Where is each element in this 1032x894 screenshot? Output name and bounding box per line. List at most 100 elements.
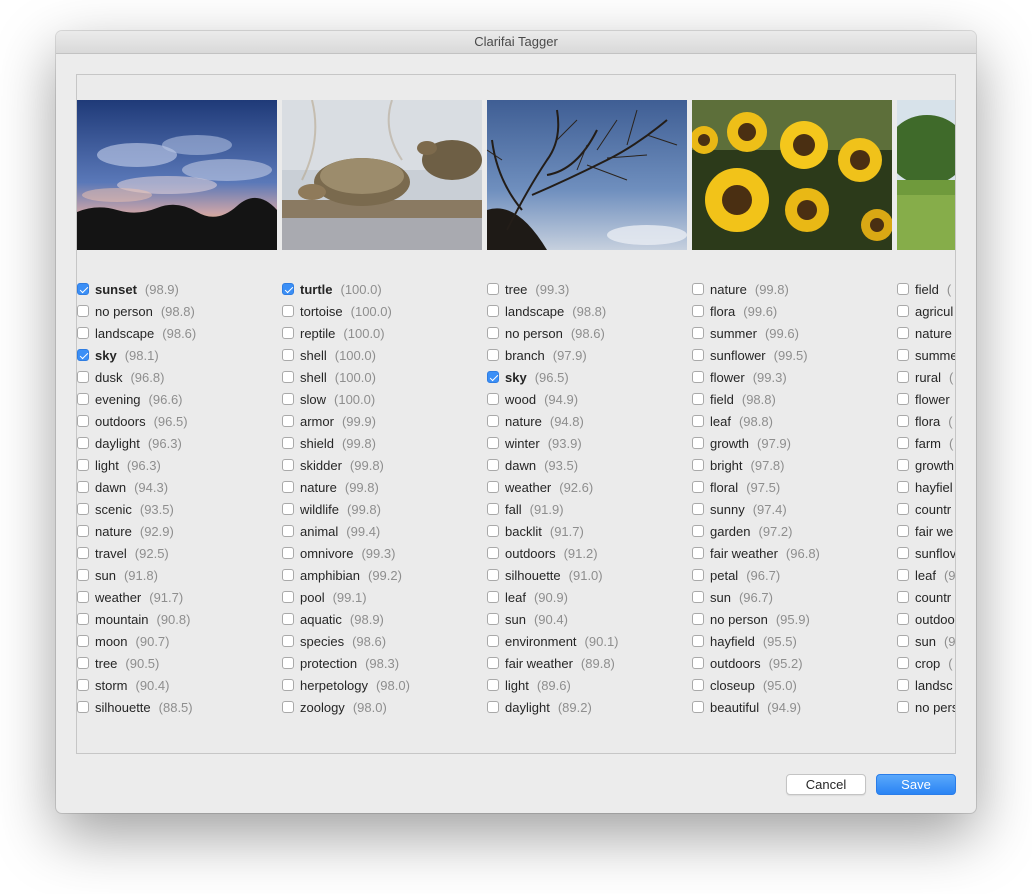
tag-checkbox[interactable]	[282, 283, 294, 295]
tag-checkbox[interactable]	[77, 591, 89, 603]
tag-checkbox[interactable]	[897, 591, 909, 603]
tag-checkbox[interactable]	[897, 349, 909, 361]
tag-item[interactable]: wildlife (99.8)	[282, 498, 487, 520]
tag-checkbox[interactable]	[487, 371, 499, 383]
tag-item[interactable]: farm (	[897, 432, 955, 454]
tag-item[interactable]: daylight (89.2)	[487, 696, 692, 718]
tag-item[interactable]: species (98.6)	[282, 630, 487, 652]
tag-checkbox[interactable]	[487, 305, 499, 317]
tag-checkbox[interactable]	[897, 525, 909, 537]
tag-item[interactable]: petal (96.7)	[692, 564, 897, 586]
tag-checkbox[interactable]	[487, 503, 499, 515]
tag-item[interactable]: sky (96.5)	[487, 366, 692, 388]
tag-checkbox[interactable]	[897, 305, 909, 317]
tag-item[interactable]: winter (93.9)	[487, 432, 692, 454]
tag-item[interactable]: scenic (93.5)	[77, 498, 282, 520]
tag-item[interactable]: field (98.8)	[692, 388, 897, 410]
tag-checkbox[interactable]	[897, 701, 909, 713]
tag-checkbox[interactable]	[77, 437, 89, 449]
tag-item[interactable]: sun (9	[897, 630, 955, 652]
tag-item[interactable]: slow (100.0)	[282, 388, 487, 410]
tag-checkbox[interactable]	[282, 503, 294, 515]
tag-checkbox[interactable]	[692, 393, 704, 405]
tag-item[interactable]: flora (	[897, 410, 955, 432]
tag-item[interactable]: sun (90.4)	[487, 608, 692, 630]
tag-checkbox[interactable]	[282, 525, 294, 537]
tag-checkbox[interactable]	[897, 371, 909, 383]
tag-checkbox[interactable]	[897, 657, 909, 669]
tag-checkbox[interactable]	[692, 613, 704, 625]
tag-checkbox[interactable]	[487, 393, 499, 405]
tag-checkbox[interactable]	[77, 547, 89, 559]
tag-checkbox[interactable]	[487, 701, 499, 713]
tag-item[interactable]: nature (99.8)	[282, 476, 487, 498]
tag-checkbox[interactable]	[487, 679, 499, 691]
tag-item[interactable]: leaf (98.8)	[692, 410, 897, 432]
tag-checkbox[interactable]	[692, 679, 704, 691]
tag-checkbox[interactable]	[282, 635, 294, 647]
tag-item[interactable]: dawn (93.5)	[487, 454, 692, 476]
tag-checkbox[interactable]	[487, 569, 499, 581]
tag-item[interactable]: sunny (97.4)	[692, 498, 897, 520]
tag-item[interactable]: moon (90.7)	[77, 630, 282, 652]
tag-item[interactable]: sun (91.8)	[77, 564, 282, 586]
tag-checkbox[interactable]	[692, 415, 704, 427]
tag-checkbox[interactable]	[897, 679, 909, 691]
tag-checkbox[interactable]	[282, 459, 294, 471]
tag-item[interactable]: branch (97.9)	[487, 344, 692, 366]
tag-item[interactable]: landsc	[897, 674, 955, 696]
tag-checkbox[interactable]	[897, 503, 909, 515]
tag-checkbox[interactable]	[77, 679, 89, 691]
tag-item[interactable]: weather (92.6)	[487, 476, 692, 498]
tag-checkbox[interactable]	[897, 437, 909, 449]
tag-item[interactable]: silhouette (88.5)	[77, 696, 282, 718]
tag-item[interactable]: floral (97.5)	[692, 476, 897, 498]
tag-item[interactable]: sun (96.7)	[692, 586, 897, 608]
tag-item[interactable]: crop (	[897, 652, 955, 674]
tag-item[interactable]: no person (95.9)	[692, 608, 897, 630]
tag-checkbox[interactable]	[282, 679, 294, 691]
tag-checkbox[interactable]	[77, 569, 89, 581]
tag-item[interactable]: shell (100.0)	[282, 344, 487, 366]
tag-item[interactable]: mountain (90.8)	[77, 608, 282, 630]
tag-checkbox[interactable]	[77, 525, 89, 537]
tag-item[interactable]: animal (99.4)	[282, 520, 487, 542]
tag-item[interactable]: summe	[897, 344, 955, 366]
tag-item[interactable]: protection (98.3)	[282, 652, 487, 674]
tag-item[interactable]: storm (90.4)	[77, 674, 282, 696]
tag-item[interactable]: silhouette (91.0)	[487, 564, 692, 586]
tag-checkbox[interactable]	[487, 283, 499, 295]
tag-checkbox[interactable]	[897, 283, 909, 295]
tag-item[interactable]: field (	[897, 278, 955, 300]
tag-checkbox[interactable]	[487, 613, 499, 625]
tag-item[interactable]: countr	[897, 498, 955, 520]
tag-item[interactable]: backlit (91.7)	[487, 520, 692, 542]
tag-checkbox[interactable]	[897, 459, 909, 471]
tag-checkbox[interactable]	[77, 481, 89, 493]
tag-item[interactable]: tree (99.3)	[487, 278, 692, 300]
tag-checkbox[interactable]	[692, 635, 704, 647]
tag-checkbox[interactable]	[77, 415, 89, 427]
tag-item[interactable]: reptile (100.0)	[282, 322, 487, 344]
tag-checkbox[interactable]	[692, 547, 704, 559]
tag-checkbox[interactable]	[77, 393, 89, 405]
tag-checkbox[interactable]	[487, 481, 499, 493]
tag-checkbox[interactable]	[282, 437, 294, 449]
tag-item[interactable]: pool (99.1)	[282, 586, 487, 608]
tag-checkbox[interactable]	[897, 569, 909, 581]
tag-checkbox[interactable]	[282, 701, 294, 713]
tag-checkbox[interactable]	[282, 591, 294, 603]
tag-checkbox[interactable]	[282, 371, 294, 383]
tag-checkbox[interactable]	[77, 613, 89, 625]
tag-checkbox[interactable]	[282, 305, 294, 317]
tag-item[interactable]: bright (97.8)	[692, 454, 897, 476]
tag-checkbox[interactable]	[77, 371, 89, 383]
tag-item[interactable]: fair weather (89.8)	[487, 652, 692, 674]
tag-checkbox[interactable]	[77, 283, 89, 295]
tag-item[interactable]: landscape (98.6)	[77, 322, 282, 344]
tag-checkbox[interactable]	[282, 547, 294, 559]
tag-item[interactable]: amphibian (99.2)	[282, 564, 487, 586]
tag-checkbox[interactable]	[487, 547, 499, 559]
tag-item[interactable]: sunflov	[897, 542, 955, 564]
tag-item[interactable]: no pers	[897, 696, 955, 718]
